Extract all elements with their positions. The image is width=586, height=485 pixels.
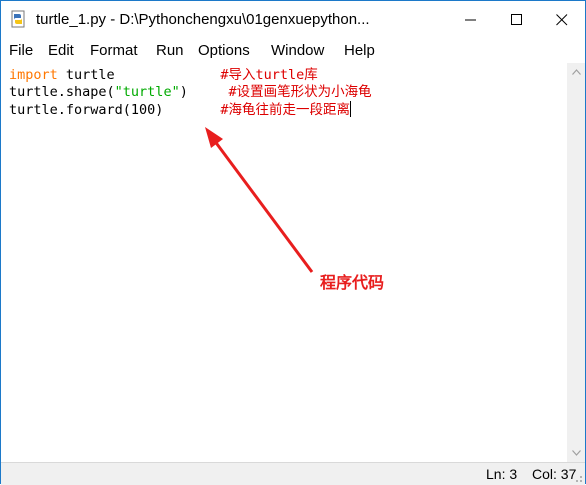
annotation-label: 程序代码: [320, 273, 385, 292]
annotation-arrow: [205, 127, 314, 273]
